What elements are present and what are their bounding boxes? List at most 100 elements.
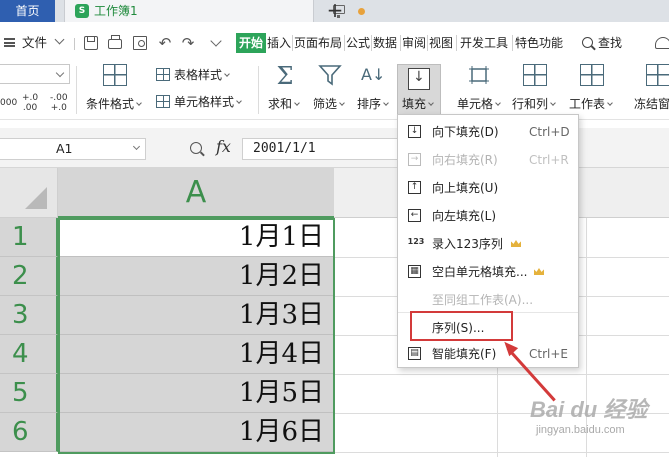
fill-right-icon: →: [408, 153, 421, 166]
menu-item-fill-down[interactable]: ↓ 向下填充(D) Ctrl+D: [398, 118, 578, 146]
print-preview-icon[interactable]: [133, 36, 147, 50]
number-format-select[interactable]: [0, 64, 70, 84]
cell-a6[interactable]: 1月6日: [58, 413, 334, 452]
row-col-icon[interactable]: [523, 64, 547, 86]
fill-down-icon: [408, 68, 430, 90]
filter-button[interactable]: 筛选: [313, 95, 345, 113]
freeze-panes-icon[interactable]: [646, 64, 669, 86]
menu-item-series[interactable]: 序列(S)...: [398, 314, 578, 342]
blank-cell-fill-icon: ▦: [408, 265, 421, 278]
menu-tab-home[interactable]: 开始: [236, 33, 267, 53]
cell-icon[interactable]: [467, 64, 491, 86]
menu-item-fill-left[interactable]: ← 向左填充(L): [398, 202, 578, 230]
save-icon[interactable]: [84, 36, 98, 50]
menu-tab-formulas[interactable]: 公式: [345, 33, 371, 53]
worksheet-button[interactable]: 工作表: [569, 95, 613, 113]
conditional-format-button[interactable]: 条件格式: [86, 95, 142, 113]
divider: [76, 66, 77, 114]
divider: [258, 66, 259, 114]
row-header[interactable]: 6: [0, 413, 58, 452]
row-header[interactable]: 2: [0, 257, 58, 296]
row-col-button[interactable]: 行和列: [512, 95, 556, 113]
decrease-decimal-button[interactable]: -.00 +.0: [50, 93, 68, 113]
menu-item-sequence-123[interactable]: 123 录入123序列: [398, 230, 578, 258]
select-all-corner[interactable]: [0, 168, 58, 218]
sort-icon[interactable]: A↓: [361, 64, 385, 86]
menu-item-smart-fill[interactable]: ▤ 智能填充(F) Ctrl+E: [398, 340, 578, 368]
add-tab-button[interactable]: +: [325, 0, 345, 22]
divider: [74, 38, 75, 50]
menu-tab-review[interactable]: 审阅: [401, 33, 427, 53]
menu-item-label: 录入123序列: [432, 237, 503, 251]
crown-icon: [534, 268, 544, 275]
menu-tab-insert[interactable]: 插入: [266, 33, 292, 53]
cell-a3[interactable]: 1月3日: [58, 296, 334, 335]
gridline: [334, 374, 669, 375]
watermark-logo: Bai du 经验: [530, 397, 648, 422]
conditional-format-icon[interactable]: [103, 64, 127, 86]
thousands-separator-button[interactable]: 000: [0, 98, 17, 108]
zoom-icon[interactable]: [190, 142, 202, 154]
menu-item-shortcut: Ctrl+R: [529, 153, 569, 167]
smart-fill-icon: ▤: [408, 347, 421, 360]
cell-button[interactable]: 单元格: [457, 95, 501, 113]
fill-button-label: 填充: [402, 95, 434, 113]
menu-tab-developer[interactable]: 开发工具: [459, 33, 509, 53]
hamburger-menu-icon[interactable]: [4, 38, 15, 47]
cell-a5[interactable]: 1月5日: [58, 374, 334, 413]
cell-a1[interactable]: 1月1日: [58, 218, 334, 257]
menu-item-fill-right: → 向右填充(R) Ctrl+R: [398, 146, 578, 174]
row-header[interactable]: 1: [0, 218, 58, 257]
divider: [398, 312, 578, 313]
cell-style-button[interactable]: 单元格样式: [156, 93, 242, 111]
menu-item-label: 向右填充(R): [432, 153, 498, 167]
increase-decimal-button[interactable]: +.0 .00: [22, 93, 38, 113]
sort-button[interactable]: 排序: [357, 95, 389, 113]
gridline: [334, 452, 669, 453]
menu-item-blank-cell-fill[interactable]: ▦ 空白单元格填充...: [398, 258, 578, 286]
sum-button[interactable]: 求和: [268, 95, 300, 113]
freeze-panes-button[interactable]: 冻结窗: [634, 95, 669, 113]
cell-a4[interactable]: 1月4日: [58, 335, 334, 374]
table-style-button[interactable]: 表格样式: [156, 66, 230, 84]
menu-item-shortcut: Ctrl+E: [529, 347, 568, 361]
fill-down-icon: ↓: [408, 125, 421, 138]
divider: [456, 35, 457, 51]
search-label: 查找: [598, 36, 623, 50]
undo-icon[interactable]: ↶: [157, 35, 173, 51]
row-header[interactable]: 3: [0, 296, 58, 335]
filter-icon[interactable]: [318, 64, 342, 86]
fx-icon[interactable]: fx: [216, 137, 231, 156]
column-header-a[interactable]: A: [58, 168, 334, 218]
menu-tab-page-layout[interactable]: 页面布局: [293, 33, 343, 53]
tab-workbook-title: 工作簿1: [94, 4, 138, 18]
menu-item-label: 至同组工作表(A)...: [432, 293, 534, 307]
fill-button[interactable]: 填充: [397, 64, 441, 118]
cloud-icon[interactable]: [655, 37, 669, 49]
menu-item-fill-up[interactable]: ↑ 向上填充(U): [398, 174, 578, 202]
tab-home[interactable]: 首页: [0, 0, 55, 22]
worksheet-icon[interactable]: [580, 64, 604, 86]
menu-item-label: 向左填充(L): [432, 209, 497, 223]
row-header[interactable]: 5: [0, 374, 58, 413]
name-box[interactable]: A1: [0, 138, 146, 160]
print-icon[interactable]: [108, 35, 122, 49]
formula-input[interactable]: 2001/1/1: [242, 138, 402, 160]
sum-icon[interactable]: Σ: [273, 64, 297, 88]
ribbon-toolbar: 000 +.0 .00 -.00 +.0 条件格式 表格样式 单元格样式 Σ 求…: [0, 56, 669, 120]
menu-tab-data[interactable]: 数据: [372, 33, 398, 53]
cell-style-icon: [156, 95, 170, 108]
menu-tab-view[interactable]: 视图: [428, 33, 454, 53]
table-style-icon: [156, 68, 170, 81]
chevron-down-icon[interactable]: [54, 34, 65, 45]
cell-a2[interactable]: 1月2日: [58, 257, 334, 296]
quick-access-more-icon[interactable]: [210, 35, 222, 47]
row-header[interactable]: 4: [0, 335, 58, 374]
search-button[interactable]: 查找: [580, 33, 622, 53]
tab-workbook[interactable]: S 工作簿1: [64, 0, 365, 22]
menu-file[interactable]: 文件: [22, 30, 47, 56]
redo-icon[interactable]: ↷: [180, 35, 196, 51]
sequence-123-icon: 123: [406, 237, 426, 250]
menu-tab-special-features[interactable]: 特色功能: [514, 33, 564, 53]
menu-item-to-group-sheets: 至同组工作表(A)...: [398, 286, 578, 314]
